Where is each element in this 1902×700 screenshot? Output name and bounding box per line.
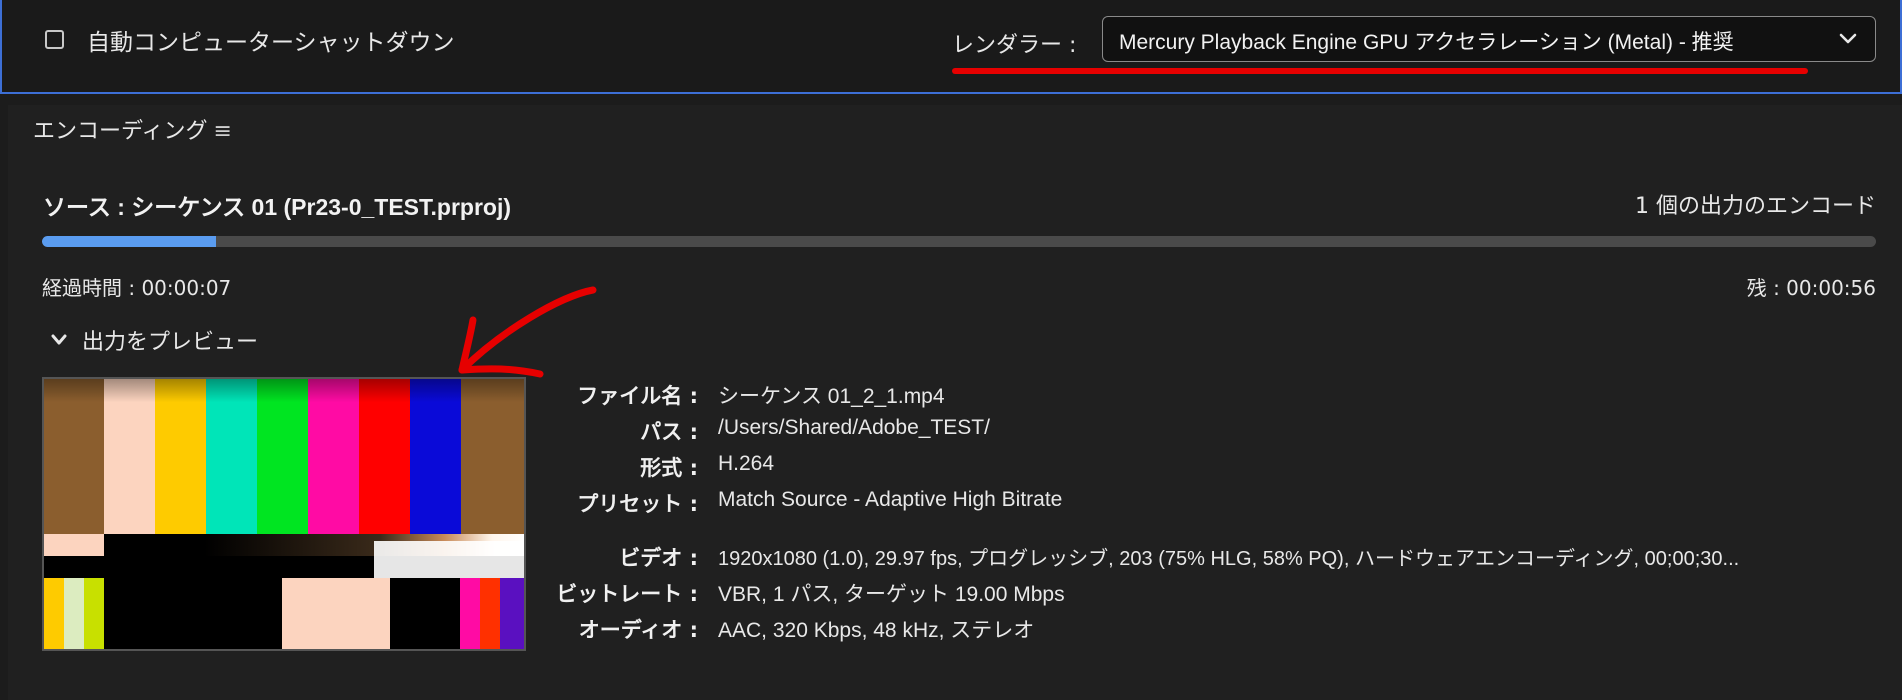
format-label: 形式 : [640, 456, 698, 480]
output-preview-thumbnail [42, 377, 526, 651]
video-label: ビデオ : [619, 546, 698, 570]
progress-fill [42, 236, 217, 247]
chevron-down-icon [51, 334, 67, 345]
progress-bar [42, 236, 1876, 247]
elapsed-time: 経過時間 : 00:00:07 [42, 276, 232, 300]
remaining-time: 残 : 00:00:56 [1746, 276, 1876, 300]
renderer-select[interactable]: Mercury Playback Engine GPU アクセラレーション (M… [1102, 16, 1876, 62]
file-value: シーケンス 01_2_1.mp4 [718, 385, 945, 408]
settings-bar: 自動コンピューターシャットダウン レンダラー : Mercury Playbac… [0, 0, 1902, 94]
red-underline-annotation [952, 68, 1808, 74]
red-arrow-annotation [458, 286, 597, 378]
audio-value: AAC, 320 Kbps, 48 kHz, ステレオ [718, 619, 1035, 642]
renderer-label: レンダラー : [952, 33, 1077, 58]
preview-output-toggle[interactable]: 出力をプレビュー [50, 324, 258, 356]
auto-shutdown-checkbox[interactable] [45, 30, 64, 49]
preview-output-label: 出力をプレビュー [82, 330, 259, 355]
renderer-value: Mercury Playback Engine GPU アクセラレーション (M… [1119, 31, 1734, 54]
preset-label: プリセット : [577, 492, 698, 516]
audio-label: オーディオ : [578, 618, 698, 642]
path-label: パス : [640, 420, 698, 444]
file-label: ファイル名 : [577, 384, 698, 408]
output-count: 1 個の出力のエンコード [1635, 194, 1876, 219]
color-bars-image [44, 379, 524, 649]
bitrate-value: VBR, 1 パス, ターゲット 19.00 Mbps [718, 583, 1065, 606]
format-value: H.264 [718, 452, 775, 475]
panel-title-text: エンコーディング [33, 119, 208, 144]
panel-menu-icon[interactable]: ≡ [213, 119, 231, 144]
auto-shutdown-label: 自動コンピューターシャットダウン [87, 30, 455, 56]
bitrate-label: ビットレート : [556, 582, 698, 606]
panel-title: エンコーディング ≡ [33, 113, 232, 145]
chevron-down-icon [1839, 33, 1857, 44]
path-value: /Users/Shared/Adobe_TEST/ [718, 416, 990, 439]
preset-value: Match Source - Adaptive High Bitrate [718, 488, 1063, 511]
video-value: 1920x1080 (1.0), 29.97 fps, プログレッシブ, 203… [718, 548, 1740, 570]
source-title: ソース : シーケンス 01 (Pr23-0_TEST.prproj) [43, 194, 511, 220]
